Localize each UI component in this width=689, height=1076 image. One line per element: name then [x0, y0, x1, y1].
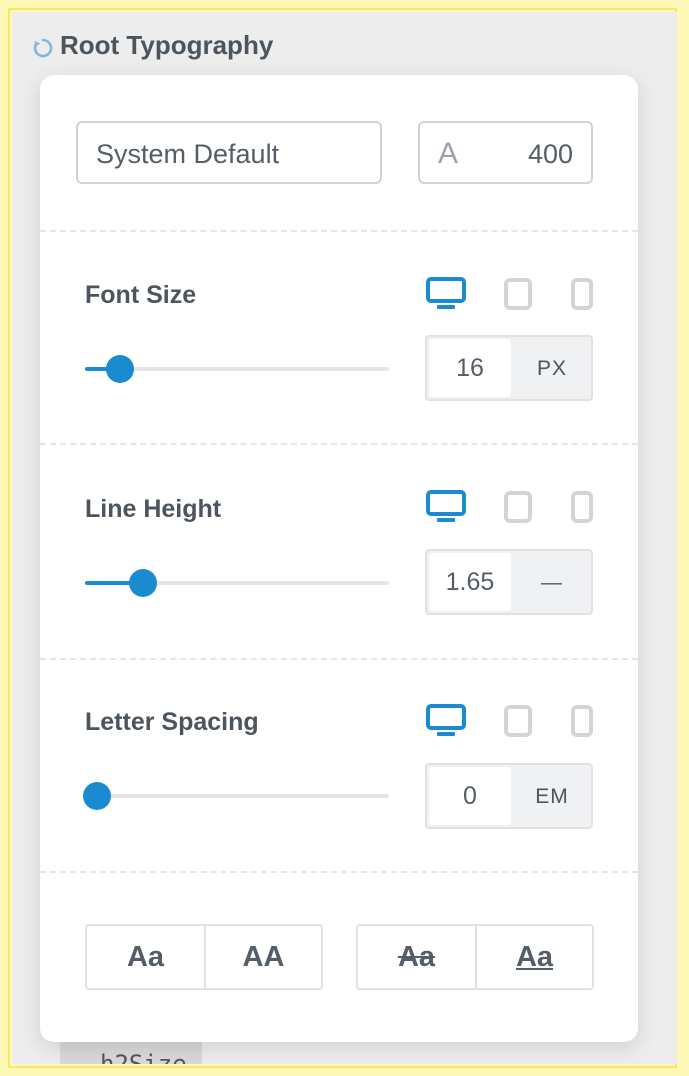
line-height-number: 1.65 — [425, 549, 593, 615]
uppercase-button[interactable]: AA [204, 926, 321, 988]
letter-spacing-label: Letter Spacing [85, 708, 259, 736]
font-family-value: System Default [96, 139, 280, 169]
behind-code-text: h2Size [100, 1050, 187, 1064]
desktop-icon[interactable] [426, 490, 466, 529]
mobile-icon[interactable] [571, 705, 593, 742]
slider-thumb[interactable] [105, 355, 134, 383]
line-height-slider[interactable] [85, 569, 389, 597]
desktop-icon[interactable] [426, 277, 466, 316]
letter-spacing-input[interactable]: 0 [429, 767, 511, 825]
divider [40, 871, 638, 873]
letter-spacing-slider[interactable] [83, 782, 389, 810]
tablet-icon[interactable] [504, 278, 532, 315]
font-size-slider[interactable] [85, 355, 389, 383]
font-weight-select[interactable]: A 400 [418, 121, 593, 184]
mobile-icon[interactable] [571, 278, 593, 315]
tablet-icon[interactable] [504, 491, 532, 528]
text-decoration-group: Aa Aa [356, 924, 594, 990]
capitalize-button[interactable]: Aa [87, 926, 204, 988]
line-height-unit[interactable]: — [513, 553, 591, 611]
font-size-number: 16 PX [425, 335, 593, 401]
text-transform-group: Aa AA [85, 924, 323, 990]
typography-popover: System Default A 400 Font Size 16 PX Lin… [40, 75, 638, 1042]
letter-spacing-number: 0 EM [425, 763, 593, 829]
divider [40, 443, 638, 445]
behind-code-chip: h2Size [60, 1042, 202, 1064]
line-height-input[interactable]: 1.65 [429, 553, 511, 611]
tablet-icon[interactable] [504, 705, 532, 742]
font-weight-value: 400 [527, 139, 573, 169]
font-size-unit[interactable]: PX [513, 339, 591, 397]
slider-thumb[interactable] [128, 569, 157, 597]
font-family-select[interactable]: System Default [76, 121, 382, 184]
underline-button[interactable]: Aa [475, 926, 592, 988]
section-header: Root Typography [32, 30, 273, 61]
section-title: Root Typography [60, 30, 274, 60]
mobile-icon[interactable] [571, 491, 593, 528]
divider [40, 230, 638, 232]
font-size-label: Font Size [85, 281, 197, 309]
font-size-input[interactable]: 16 [429, 339, 511, 397]
reset-icon[interactable] [32, 35, 54, 57]
line-height-label: Line Height [85, 495, 222, 523]
divider [40, 658, 638, 660]
letter-spacing-unit[interactable]: EM [513, 767, 591, 825]
slider-thumb[interactable] [83, 782, 112, 810]
font-weight-icon: A [438, 137, 459, 170]
desktop-icon[interactable] [426, 704, 466, 743]
customizer-panel-background: Root Typography h2Size System Default A … [12, 12, 677, 1064]
strikethrough-button[interactable]: Aa [358, 926, 475, 988]
